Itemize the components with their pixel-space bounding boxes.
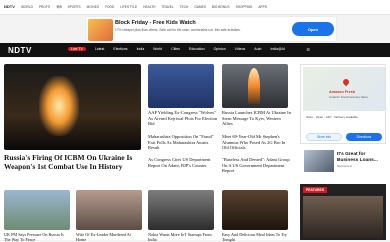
menu-icon[interactable]: ☰	[306, 47, 310, 52]
nav-item-videos[interactable]: Videos	[235, 47, 246, 51]
live-tv-button[interactable]: Live TV	[68, 47, 86, 51]
features-tag: FEATURES	[303, 187, 328, 193]
story-link[interactable]: Russia Launches ICBM At Ukraine In Stern…	[222, 110, 292, 127]
top-link-sports[interactable]: SPORTS	[68, 5, 81, 9]
story-link[interactable]: AAP Yielding Ex-Congress "Wolves" As Arv…	[148, 110, 218, 127]
hero-image[interactable]	[4, 64, 141, 150]
map-ad-card[interactable]: Amazon Fresh Amazon Fresh Grocery Store …	[300, 64, 386, 144]
story-link[interactable]: Meet 69-Year-Old Mr Stephen's Alumnus Wh…	[222, 134, 292, 151]
map-place-sub: Amazon Fresh Grocery Store	[329, 95, 369, 99]
story-link[interactable]: Nokia Wants More IoT Startups From India	[148, 232, 214, 242]
nav-item-india[interactable]: India	[137, 47, 145, 51]
sponsored-image	[304, 150, 334, 172]
hero-explosion	[39, 76, 79, 136]
top-link-profit[interactable]: PROFIT	[39, 5, 51, 9]
top-navigation: NDTV WORLD PROFIT हिंदी SPORTS MOVIES FO…	[0, 0, 390, 15]
top-link-movies[interactable]: MOVIES	[87, 5, 99, 9]
missile-flame	[248, 68, 260, 104]
story-thumbnail[interactable]	[222, 190, 288, 230]
main-content: Russia's Firing Of ICBM On Ukraine Is We…	[0, 58, 390, 242]
map-buttons: Store info Directions	[306, 133, 382, 141]
story-thumbnail[interactable]	[148, 190, 214, 230]
story-link[interactable]: Easy And Delicious Meal Ideas To Try Ton…	[222, 232, 288, 242]
banner-ad[interactable]: Block Friday - Free Kids Watch 17% cheap…	[85, 16, 337, 42]
story-link[interactable]: UK PM Says Pressure On Russia Is The Way…	[4, 232, 70, 242]
story-link[interactable]: "Baseless And Denied": Adani Group On A …	[222, 157, 292, 174]
top-link-world[interactable]: WORLD	[21, 5, 33, 9]
ad-title: Block Friday - Free Kids Watch	[115, 20, 196, 26]
store-info-button[interactable]: Store info	[306, 133, 342, 141]
sponsored-card[interactable]: It's Great for Business Loans... Sponsor…	[300, 148, 386, 178]
nav-item-auto[interactable]: Auto	[254, 47, 261, 51]
ad-description: 17% cheaper plan than others. Safe call …	[115, 28, 241, 32]
nav-item-cities[interactable]: Cities	[171, 47, 180, 51]
main-navigation: NDTV Live TV Latest Elections India Worl…	[0, 43, 390, 57]
top-link-travel[interactable]: TRAVEL	[161, 5, 173, 9]
top-links: WORLD PROFIT हिंदी SPORTS MOVIES FOOD LI…	[21, 5, 267, 9]
top-link-big-bonus[interactable]: BIG BONUS	[212, 5, 230, 9]
story-thumbnail[interactable]	[76, 190, 142, 230]
story-thumbnail[interactable]	[4, 190, 70, 230]
story-link[interactable]: As Congress Cites US Department Report O…	[148, 157, 218, 168]
story-link[interactable]: Maharashtra Opposition On "Fraud" Exit P…	[148, 134, 218, 151]
sponsored-label: Sponsored	[337, 164, 352, 168]
ad-open-button[interactable]: Open	[292, 22, 334, 36]
features-image	[303, 196, 383, 238]
map-image: Amazon Fresh Amazon Fresh Grocery Store	[303, 67, 385, 111]
map-info: Store · Open · 24/7 · Delivery available	[306, 115, 358, 119]
nav-item-india-ai[interactable]: India@AI	[271, 47, 285, 51]
story-thumbnail[interactable]	[148, 64, 214, 108]
story-link[interactable]: Wife Of Ex-Leader Murdered At Home	[76, 232, 142, 242]
hero-headline[interactable]: Russia's Firing Of ICBM On Ukraine Is We…	[4, 153, 144, 171]
sponsored-title: It's Great for Business Loans...	[337, 152, 378, 163]
ndtv-logo[interactable]: NDTV	[8, 46, 32, 55]
nav-item-education[interactable]: Education	[189, 47, 205, 51]
nav-item-world[interactable]: World	[153, 47, 162, 51]
top-link-lifestyle[interactable]: LIFESTYLE	[120, 5, 137, 9]
top-link-food[interactable]: FOOD	[105, 5, 114, 9]
map-place-name: Amazon Fresh	[329, 90, 356, 94]
site-logo[interactable]: NDTV	[4, 4, 15, 9]
directions-button[interactable]: Directions	[346, 133, 382, 141]
top-link-apps[interactable]: APPS	[258, 5, 267, 9]
features-panel[interactable]: FEATURES	[300, 184, 386, 240]
nav-item-latest[interactable]: Latest	[95, 47, 105, 51]
top-link-tech[interactable]: TECH	[180, 5, 189, 9]
main-nav-items: Live TV Latest Elections India World Cit…	[68, 47, 285, 51]
story-thumbnail[interactable]	[222, 64, 288, 108]
top-link-games[interactable]: GAMES	[194, 5, 206, 9]
nav-item-opinion[interactable]: Opinion	[214, 47, 226, 51]
ad-thumbnail	[88, 19, 113, 41]
top-link-shopping[interactable]: SHOPPING	[236, 5, 253, 9]
top-link-health[interactable]: HEALTH	[143, 5, 155, 9]
nav-item-elections[interactable]: Elections	[113, 47, 127, 51]
top-link-hindi[interactable]: हिंदी	[57, 5, 62, 9]
map-pin-icon	[341, 77, 351, 87]
